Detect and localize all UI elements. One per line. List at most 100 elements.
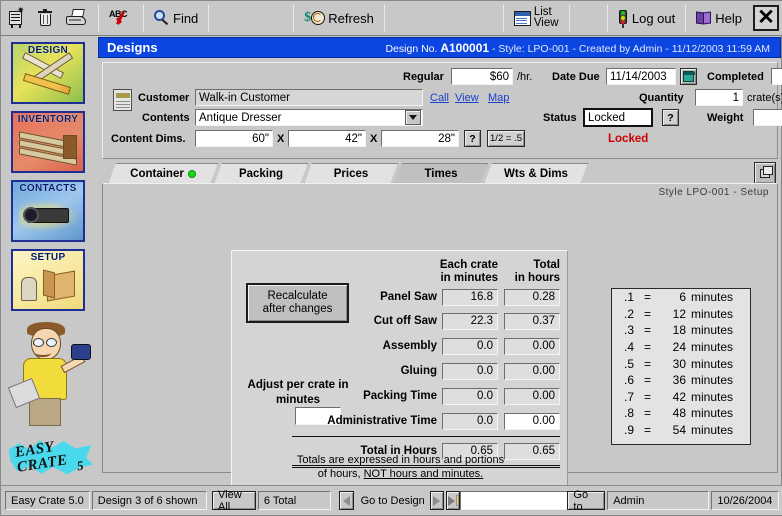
row-each-panel-saw[interactable]: 16.8 bbox=[442, 289, 498, 306]
totals-note-line1: Totals are expressed in hours and portio… bbox=[296, 454, 505, 466]
logout-label: Log out bbox=[631, 10, 676, 26]
date-due-input[interactable]: 11/14/2003 bbox=[606, 68, 676, 85]
totals-note-line2a: of hours, bbox=[317, 468, 364, 480]
contents-dropdown-button[interactable] bbox=[405, 110, 421, 125]
toolbar-separator bbox=[502, 4, 504, 32]
conversion-row: .2 = 12 minutes bbox=[612, 306, 750, 323]
conv-value: 24 bbox=[672, 340, 686, 355]
dims-help-button[interactable]: ? bbox=[464, 130, 481, 147]
conv-unit: minutes bbox=[691, 340, 734, 355]
main-content: Designs Design No. A100001 - Style: LPO-… bbox=[98, 37, 782, 492]
spellcheck-button[interactable]: ABC bbox=[102, 2, 140, 35]
close-button[interactable]: ✕ bbox=[753, 5, 779, 31]
conv-value: 12 bbox=[672, 306, 686, 321]
last-record-button[interactable] bbox=[445, 491, 461, 510]
tab-bar: Container Packing Prices Times Wts & Dim… bbox=[102, 162, 778, 184]
row-each-assembly[interactable]: 0.0 bbox=[442, 338, 498, 355]
conversion-row: .5 = 30 minutes bbox=[612, 355, 750, 372]
delete-button[interactable] bbox=[31, 2, 59, 35]
tab-packing[interactable]: Packing bbox=[214, 163, 308, 184]
application-window: ✷ ABC Find $ Refresh List View Log out H… bbox=[0, 0, 782, 516]
quantity-input[interactable]: 1 bbox=[695, 89, 743, 106]
list-view-icon bbox=[513, 10, 531, 26]
record-titlebar: Designs Design No. A100001 - Style: LPO-… bbox=[98, 37, 781, 58]
calendar-icon bbox=[683, 71, 695, 82]
design-no-value: A100001 bbox=[440, 40, 490, 55]
conv-unit: minutes bbox=[691, 356, 734, 371]
weight-input[interactable]: 200 bbox=[753, 109, 782, 126]
printer-icon bbox=[66, 9, 88, 27]
content-dim-3-input[interactable]: 28" bbox=[381, 130, 459, 147]
previous-record-button[interactable] bbox=[339, 491, 354, 510]
completed-input[interactable] bbox=[771, 68, 782, 85]
find-button[interactable]: Find bbox=[147, 2, 205, 35]
sidebar-item-inventory[interactable]: INVENTORY bbox=[11, 111, 85, 173]
sidebar-item-contacts[interactable]: CONTACTS bbox=[11, 180, 85, 242]
tab-packing-label: Packing bbox=[238, 168, 284, 180]
tab-wts-dims[interactable]: Wts & Dims bbox=[484, 163, 588, 184]
print-button[interactable] bbox=[59, 2, 95, 35]
content-dim-2-input[interactable]: 42" bbox=[288, 130, 366, 147]
archive-icon: ✷ bbox=[8, 6, 25, 28]
row-each-administrative-time[interactable]: 0.0 bbox=[442, 413, 498, 430]
map-link[interactable]: Map bbox=[488, 92, 509, 104]
regular-rate-input[interactable]: $60 bbox=[451, 68, 513, 85]
content-dim-1-input[interactable]: 60" bbox=[195, 130, 273, 147]
tab-wts-dims-label: Wts & Dims bbox=[504, 168, 568, 180]
conversion-row: .8 = 48 minutes bbox=[612, 405, 750, 422]
logout-button[interactable]: Log out bbox=[611, 2, 682, 35]
row-each-packing-time[interactable]: 0.0 bbox=[442, 388, 498, 405]
goto-button[interactable]: Go to bbox=[567, 489, 606, 513]
list-view-button[interactable]: List View bbox=[507, 2, 566, 35]
sidebar-item-design[interactable]: DESIGN bbox=[11, 42, 85, 104]
regular-label: Regular bbox=[403, 71, 444, 83]
help-label: Help bbox=[715, 10, 742, 26]
archive-button[interactable]: ✷ bbox=[1, 2, 31, 35]
goto-record-input[interactable] bbox=[460, 491, 569, 510]
date-due-label: Date Due bbox=[552, 71, 600, 83]
header-form-panel: Regular $60 /hr. Date Due 11/14/2003 Com… bbox=[102, 62, 782, 159]
row-total-administrative-time[interactable]: 0.00 bbox=[504, 413, 560, 430]
tab-container[interactable]: Container bbox=[108, 163, 218, 184]
status-input[interactable]: Locked bbox=[583, 108, 653, 127]
conv-key: .5 bbox=[624, 356, 635, 371]
cube-preview-button[interactable] bbox=[754, 162, 776, 184]
refresh-button[interactable]: $ Refresh bbox=[297, 2, 381, 35]
toolbar-separator bbox=[606, 4, 608, 32]
tab-prices-label: Prices bbox=[333, 168, 369, 180]
trash-icon bbox=[38, 9, 52, 27]
date-due-calendar-button[interactable] bbox=[680, 68, 697, 85]
conv-equals: = bbox=[644, 356, 652, 371]
row-total-assembly: 0.00 bbox=[504, 338, 560, 355]
row-total-packing-time: 0.00 bbox=[504, 388, 560, 405]
toolbar-separator bbox=[208, 4, 210, 32]
sidebar-item-setup[interactable]: SETUP bbox=[11, 249, 85, 311]
per-hour-label: /hr. bbox=[517, 71, 533, 83]
row-label-assembly: Assembly bbox=[382, 340, 437, 352]
conversion-row: .4 = 24 minutes bbox=[612, 339, 750, 356]
status-label: Status bbox=[543, 112, 577, 124]
half-decimal-button[interactable]: 1/2 = .5 bbox=[487, 130, 525, 147]
status-help-button[interactable]: ? bbox=[662, 109, 679, 126]
tab-prices[interactable]: Prices bbox=[304, 163, 398, 184]
conv-unit: minutes bbox=[691, 406, 734, 421]
sidebar-item-design-label: DESIGN bbox=[27, 45, 69, 56]
contents-input[interactable]: Antique Dresser bbox=[195, 109, 423, 126]
help-book-icon bbox=[696, 11, 712, 25]
view-link[interactable]: View bbox=[455, 92, 479, 104]
conv-key: .7 bbox=[624, 389, 635, 404]
help-button[interactable]: Help bbox=[689, 2, 749, 35]
call-link[interactable]: Call bbox=[430, 92, 449, 104]
row-each-cut-off-saw[interactable]: 22.3 bbox=[442, 313, 498, 330]
customer-label: Customer bbox=[138, 92, 190, 104]
record-total: 6 Total bbox=[257, 491, 332, 510]
customer-input[interactable]: Walk-in Customer bbox=[195, 89, 423, 106]
next-record-button[interactable] bbox=[429, 491, 444, 510]
row-label-cut-off-saw: Cut off Saw bbox=[373, 315, 437, 327]
row-each-gluing[interactable]: 0.0 bbox=[442, 363, 498, 380]
conv-equals: = bbox=[644, 406, 652, 421]
row-total-gluing: 0.00 bbox=[504, 363, 560, 380]
view-all-button[interactable]: View All bbox=[212, 489, 256, 513]
conv-key: .1 bbox=[624, 290, 635, 305]
tab-times[interactable]: Times bbox=[394, 163, 488, 184]
